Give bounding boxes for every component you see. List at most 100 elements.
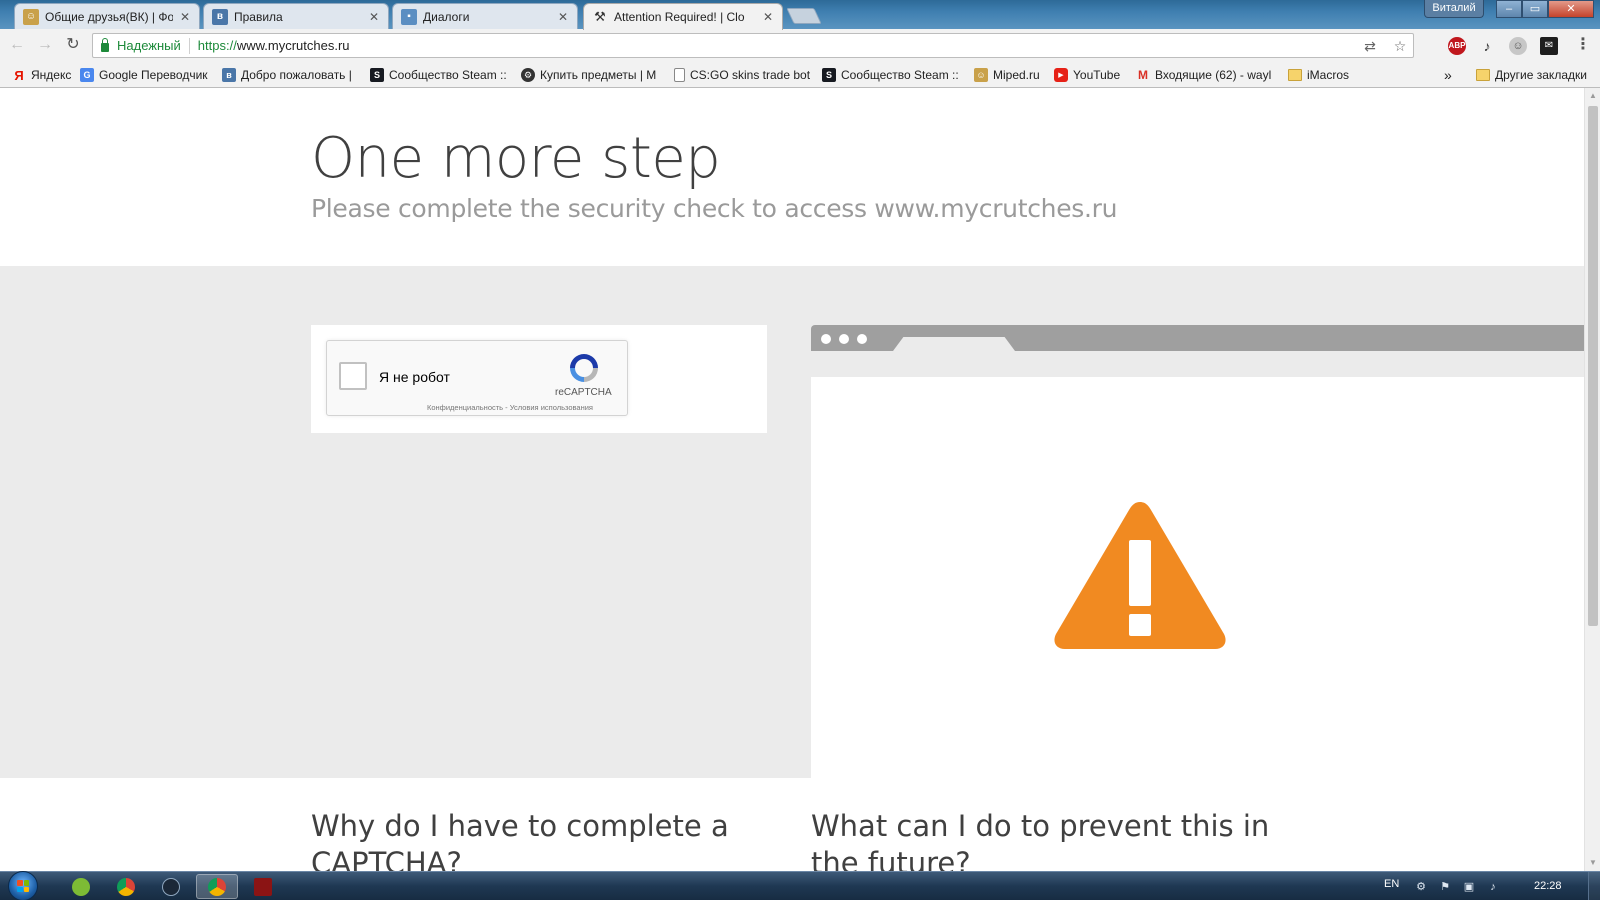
taskbar-chrome-active[interactable] bbox=[196, 874, 238, 899]
window-controls: – ▭ ✕ bbox=[1496, 0, 1594, 18]
utorrent-icon bbox=[72, 877, 90, 896]
bookmark-label: CS:GO skins trade bot bbox=[690, 68, 810, 82]
close-window-button[interactable]: ✕ bbox=[1548, 0, 1594, 18]
bookmark-label: Сообщество Steam :: bbox=[841, 68, 959, 82]
volume-icon[interactable]: ♪ bbox=[1486, 880, 1500, 894]
omnibox-divider bbox=[188, 37, 190, 54]
close-icon[interactable]: ✕ bbox=[368, 10, 380, 24]
emoji-extension-icon[interactable]: ☺ bbox=[1509, 37, 1527, 55]
taskbar-utorrent[interactable] bbox=[60, 874, 102, 899]
illustration-toolbar bbox=[811, 351, 1584, 377]
close-icon[interactable]: ✕ bbox=[179, 10, 191, 24]
scroll-thumb[interactable] bbox=[1588, 106, 1598, 626]
illustration-body bbox=[811, 377, 1584, 778]
recaptcha-terms-link[interactable]: Конфиденциальность - Условия использован… bbox=[427, 403, 593, 412]
action-center-flag-icon[interactable]: ⚑ bbox=[1438, 880, 1452, 894]
recaptcha-brand: reCAPTCHA bbox=[555, 387, 612, 398]
menu-icon[interactable]: ⋮ bbox=[1574, 37, 1592, 55]
page-scrollbar[interactable]: ▲ ▼ bbox=[1584, 88, 1600, 871]
bookmark-youtube[interactable]: ▶ YouTube bbox=[1054, 66, 1130, 84]
forward-button[interactable]: → bbox=[34, 34, 56, 56]
bookmark-label: Яндекс bbox=[31, 68, 72, 82]
music-extension-icon[interactable]: ♪ bbox=[1478, 37, 1496, 55]
chrome-icon bbox=[117, 877, 135, 896]
web-page: One more step Please complete the securi… bbox=[0, 88, 1584, 871]
maximize-button[interactable]: ▭ bbox=[1522, 0, 1548, 18]
bookmark-steam-community-2[interactable]: S Сообщество Steam :: bbox=[822, 66, 960, 84]
tab-title: Общие друзья(ВК) | Фор bbox=[45, 9, 173, 24]
page-subtitle: Please complete the security check to ac… bbox=[311, 194, 1118, 223]
minimize-button[interactable]: – bbox=[1496, 0, 1522, 18]
youtube-icon: ▶ bbox=[1054, 68, 1068, 82]
tab-dialogs[interactable]: ▪ Диалоги ✕ bbox=[392, 3, 578, 29]
bookmark-csgo-trade-bot[interactable]: CS:GO skins trade bot bbox=[674, 66, 810, 84]
window-dot bbox=[821, 334, 831, 344]
url-scheme: https:// bbox=[197, 38, 237, 53]
bookmark-google-translate[interactable]: G Google Переводчик bbox=[80, 66, 214, 84]
windows-taskbar: EN ⚙ ⚑ ▣ ♪ 22:28 bbox=[0, 871, 1600, 900]
address-bar[interactable]: Надежный https:// www.mycrutches.ru ⇄ ☆ bbox=[92, 33, 1414, 58]
bookmark-buy-items[interactable]: ⚙ Купить предметы | М bbox=[521, 66, 661, 84]
tab-mutual-friends[interactable]: ☺ Общие друзья(ВК) | Фор ✕ bbox=[14, 3, 200, 29]
bookmark-label: YouTube bbox=[1073, 68, 1121, 82]
translate-icon[interactable]: ⇄ bbox=[1361, 38, 1379, 54]
close-icon[interactable]: ✕ bbox=[762, 10, 774, 24]
folder-icon bbox=[1288, 69, 1302, 81]
back-button[interactable]: ← bbox=[6, 34, 28, 56]
bookmark-label: Купить предметы | М bbox=[540, 68, 657, 82]
prevent-heading: What can I do to prevent this in the fut… bbox=[811, 809, 1270, 871]
profile-button[interactable]: Виталий bbox=[1424, 0, 1484, 18]
bookmark-vk-welcome[interactable]: в Добро пожаловать | bbox=[222, 66, 360, 84]
bookmark-yandex[interactable]: Я Яндекс bbox=[12, 66, 74, 84]
illustration-titlebar bbox=[811, 325, 1584, 351]
title-bar: ☺ Общие друзья(ВК) | Фор ✕ в Правила ✕ ▪… bbox=[0, 0, 1600, 30]
captcha-container: Я не робот reCAPTCHA Конфиденциальность … bbox=[311, 325, 767, 433]
bookmark-folder-imacros[interactable]: iMacros bbox=[1288, 66, 1358, 84]
bookmark-label: Добро пожаловать | bbox=[241, 68, 352, 82]
recaptcha-widget: Я не робот reCAPTCHA Конфиденциальность … bbox=[326, 340, 628, 416]
security-label[interactable]: Надежный bbox=[117, 38, 181, 53]
bookmark-miped[interactable]: ☺ Miped.ru bbox=[974, 66, 1046, 84]
bookmark-label: Сообщество Steam :: bbox=[389, 68, 507, 82]
url-host: www.mycrutches.ru bbox=[236, 38, 350, 53]
show-desktop-button[interactable] bbox=[1588, 872, 1600, 900]
tab-attention-required[interactable]: ⚒ Attention Required! | Clo ✕ bbox=[583, 3, 783, 30]
star-icon[interactable]: ☆ bbox=[1391, 38, 1409, 54]
reload-button[interactable]: ↻ bbox=[62, 34, 84, 56]
steam-tray-icon[interactable]: ⚙ bbox=[1414, 880, 1428, 894]
scroll-up-arrow-icon[interactable]: ▲ bbox=[1585, 88, 1600, 104]
bookmark-label: Miped.ru bbox=[993, 68, 1040, 82]
bookmarks-bar: Я Яндекс G Google Переводчик в Добро пож… bbox=[0, 61, 1600, 88]
start-button[interactable] bbox=[8, 871, 38, 900]
miped-icon: ☺ bbox=[974, 68, 988, 82]
browser-toolbar: ← → ↻ Надежный https:// www.mycrutches.r… bbox=[0, 29, 1600, 61]
browser-illustration bbox=[811, 325, 1584, 778]
taskbar-steam[interactable] bbox=[150, 874, 192, 899]
steam-icon: S bbox=[822, 68, 836, 82]
miped-icon: ☺ bbox=[23, 8, 39, 25]
mail-extension-icon[interactable]: ✉ bbox=[1540, 37, 1558, 55]
recaptcha-checkbox[interactable] bbox=[339, 362, 367, 390]
recaptcha-label[interactable]: Я не робот bbox=[379, 369, 450, 385]
language-indicator[interactable]: EN bbox=[1384, 878, 1399, 890]
windows-logo-icon bbox=[17, 880, 29, 892]
bookmark-label: Другие закладки bbox=[1495, 68, 1587, 82]
taskbar-app-red[interactable] bbox=[242, 874, 284, 899]
tab-rules[interactable]: в Правила ✕ bbox=[203, 3, 389, 29]
scroll-down-arrow-icon[interactable]: ▼ bbox=[1585, 855, 1600, 871]
google-translate-icon: G bbox=[80, 68, 94, 82]
tab-title: Правила bbox=[234, 9, 283, 24]
new-tab-button[interactable] bbox=[786, 8, 822, 24]
adblock-plus-icon[interactable]: ABP bbox=[1448, 37, 1466, 55]
taskbar-chrome[interactable] bbox=[105, 874, 147, 899]
bookmark-steam-community[interactable]: S Сообщество Steam :: bbox=[370, 66, 508, 84]
bookmark-gmail-inbox[interactable]: M Входящие (62) - wayl bbox=[1136, 66, 1274, 84]
clock[interactable]: 22:28 bbox=[1534, 880, 1562, 892]
why-captcha-heading: Why do I have to complete a CAPTCHA? bbox=[311, 809, 729, 871]
app-icon bbox=[254, 877, 272, 896]
close-icon[interactable]: ✕ bbox=[557, 10, 569, 24]
page-title: One more step bbox=[311, 126, 721, 191]
network-icon[interactable]: ▣ bbox=[1462, 880, 1476, 894]
bookmark-folder-other[interactable]: Другие закладки bbox=[1476, 66, 1596, 84]
bookmarks-overflow-button[interactable]: » bbox=[1444, 66, 1458, 84]
